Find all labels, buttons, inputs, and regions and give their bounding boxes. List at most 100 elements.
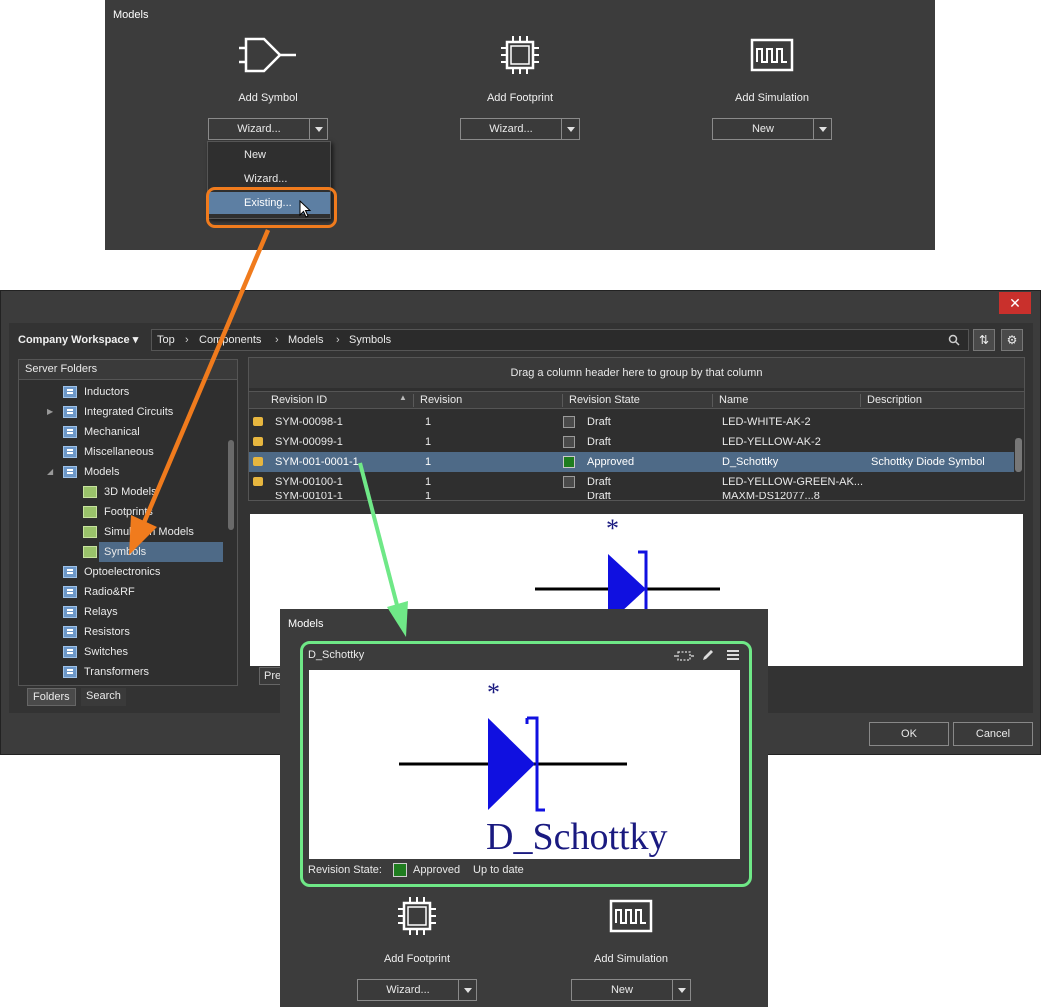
tab-search[interactable]: Search: [81, 688, 126, 706]
dropdown-separator: [309, 119, 310, 139]
symbol-folder-icon: [83, 546, 97, 558]
add-symbol-dropdown[interactable]: Wizard...: [208, 118, 328, 140]
tree-item-optoelectronics[interactable]: Optoelectronics: [19, 562, 225, 582]
tree-scrollbar[interactable]: [227, 382, 235, 684]
tree-item-label: Simulation Models: [104, 526, 194, 538]
panel-title: Models: [113, 9, 149, 21]
add-footprint-dropdown[interactable]: Wizard...: [460, 118, 580, 140]
state-color-box: [563, 436, 575, 448]
table-row-selected[interactable]: SYM-001-0001-1 1 Approved D_Schottky Sch…: [249, 452, 1014, 472]
tab-folders[interactable]: Folders: [27, 688, 76, 706]
cell-revision-id: SYM-00099-1: [275, 436, 343, 448]
refresh-button[interactable]: ⇅: [973, 329, 995, 351]
revisions-grid: Drag a column header here to group by th…: [248, 357, 1025, 501]
callout-highlight-model-card: [300, 641, 752, 887]
chevron-down-icon[interactable]: [567, 127, 575, 132]
tree-item-label: 3D Models: [104, 486, 157, 498]
dropdown-separator: [561, 119, 562, 139]
cancel-button[interactable]: Cancel: [953, 722, 1033, 746]
callout-highlight-existing: [206, 187, 337, 228]
add-simulation-dropdown[interactable]: New: [571, 979, 691, 1001]
chip-icon: [501, 36, 539, 74]
tree-item-label: Radio&RF: [84, 586, 135, 598]
folder-icon: [63, 646, 77, 658]
cell-revision-id: SYM-001-0001-1: [275, 456, 359, 468]
cell-revision: 1: [425, 436, 432, 448]
chevron-down-icon[interactable]: [678, 988, 686, 993]
dropdown-value: Wizard...: [386, 984, 430, 996]
tree-item-transformers[interactable]: Transformers: [19, 662, 225, 682]
column-revision-id[interactable]: Revision ID: [271, 394, 327, 406]
tree-item-resistors[interactable]: Resistors: [19, 622, 225, 642]
sort-asc-icon: ▲: [399, 393, 407, 402]
tree-item-label: Relays: [84, 606, 118, 618]
tree-item-radio-rf[interactable]: Radio&RF: [19, 582, 225, 602]
tree-item-switches[interactable]: Switches: [19, 642, 225, 662]
breadcrumb-top[interactable]: Top: [157, 334, 175, 346]
table-row[interactable]: SYM-00098-1 1 Draft LED-WHITE-AK-2: [249, 412, 1014, 432]
column-divider[interactable]: [712, 394, 713, 407]
add-simulation-dropdown[interactable]: New: [712, 118, 832, 140]
tree-item-simulation-models[interactable]: Simulation Models: [19, 522, 225, 542]
cell-state: Draft: [587, 436, 611, 448]
tree-item-symbols[interactable]: Symbols: [83, 542, 223, 562]
footprint-icon: [83, 506, 97, 518]
add-footprint-dropdown[interactable]: Wizard...: [357, 979, 477, 1001]
tree-item-mechanical[interactable]: Mechanical: [19, 422, 225, 442]
column-divider[interactable]: [413, 394, 414, 407]
column-description[interactable]: Description: [867, 394, 922, 406]
chevron-down-icon[interactable]: [464, 988, 472, 993]
add-footprint-label: Add Footprint: [486, 92, 554, 104]
tree-item-footprints[interactable]: Footprints: [19, 502, 225, 522]
cell-revision-id: SYM-00098-1: [275, 416, 343, 428]
simulation-model-icon: [83, 526, 97, 538]
cell-name: LED-YELLOW-GREEN-AK...: [722, 476, 863, 488]
close-button[interactable]: ✕: [999, 292, 1031, 314]
dropdown-separator: [458, 980, 459, 1000]
add-simulation-label: Add Simulation: [594, 953, 668, 965]
breadcrumb-components[interactable]: Components: [199, 334, 261, 346]
ok-button[interactable]: OK: [869, 722, 949, 746]
column-name[interactable]: Name: [719, 394, 748, 406]
table-row[interactable]: SYM-00100-1 1 Draft LED-YELLOW-GREEN-AK.…: [249, 472, 1014, 492]
search-icon[interactable]: [948, 334, 960, 346]
breadcrumb-models[interactable]: Models: [288, 334, 323, 346]
grid-scrollbar-thumb[interactable]: [1015, 438, 1022, 472]
column-revision[interactable]: Revision: [420, 394, 462, 406]
tree-item-models[interactable]: ◢ Models: [19, 462, 225, 482]
folder-icon: [63, 586, 77, 598]
table-row[interactable]: SYM-00099-1 1 Draft LED-YELLOW-AK-2: [249, 432, 1014, 452]
dropdown-separator: [813, 119, 814, 139]
chevron-right-icon: ›: [275, 334, 279, 346]
tree-item-inductors[interactable]: Inductors: [19, 382, 225, 402]
chevron-down-icon[interactable]: [819, 127, 827, 132]
table-row[interactable]: SYM-00101-1 1 Draft MAXM-DS12077...8: [249, 492, 1014, 500]
waveform-icon: [750, 38, 794, 72]
tree-item-label: Inductors: [84, 386, 130, 398]
column-divider[interactable]: [562, 394, 563, 407]
folder-icon: [63, 566, 77, 578]
tree-item-label: Mechanical: [84, 426, 140, 438]
expand-arrow-icon[interactable]: ▶: [47, 402, 53, 422]
collapse-arrow-icon[interactable]: ◢: [47, 462, 53, 482]
cell-name: MAXM-DS12077...8: [722, 492, 820, 500]
tree-item-3d-models[interactable]: 3D Models: [19, 482, 225, 502]
tree-item-miscellaneous[interactable]: Miscellaneous: [19, 442, 225, 462]
column-revision-state[interactable]: Revision State: [569, 394, 640, 406]
panel-title: Models: [288, 618, 324, 630]
folder-icon: [63, 386, 77, 398]
menu-item-new[interactable]: New: [208, 144, 330, 166]
chevron-down-icon[interactable]: [315, 127, 323, 132]
tree-item-label: Integrated Circuits: [84, 406, 174, 418]
symbol-item-icon: [253, 457, 263, 466]
workspace-selector[interactable]: Company Workspace ▾: [18, 333, 138, 346]
tree-item-integrated-circuits[interactable]: ▶ Integrated Circuits: [19, 402, 225, 422]
column-divider[interactable]: [860, 394, 861, 407]
folder-icon: [63, 466, 77, 478]
tree-item-relays[interactable]: Relays: [19, 602, 225, 622]
tree-header: Server Folders: [19, 360, 237, 380]
breadcrumb-symbols[interactable]: Symbols: [349, 334, 391, 346]
cell-revision: 1: [425, 492, 432, 500]
tree-scrollbar-thumb[interactable]: [228, 440, 234, 530]
settings-button[interactable]: ⚙: [1001, 329, 1023, 351]
